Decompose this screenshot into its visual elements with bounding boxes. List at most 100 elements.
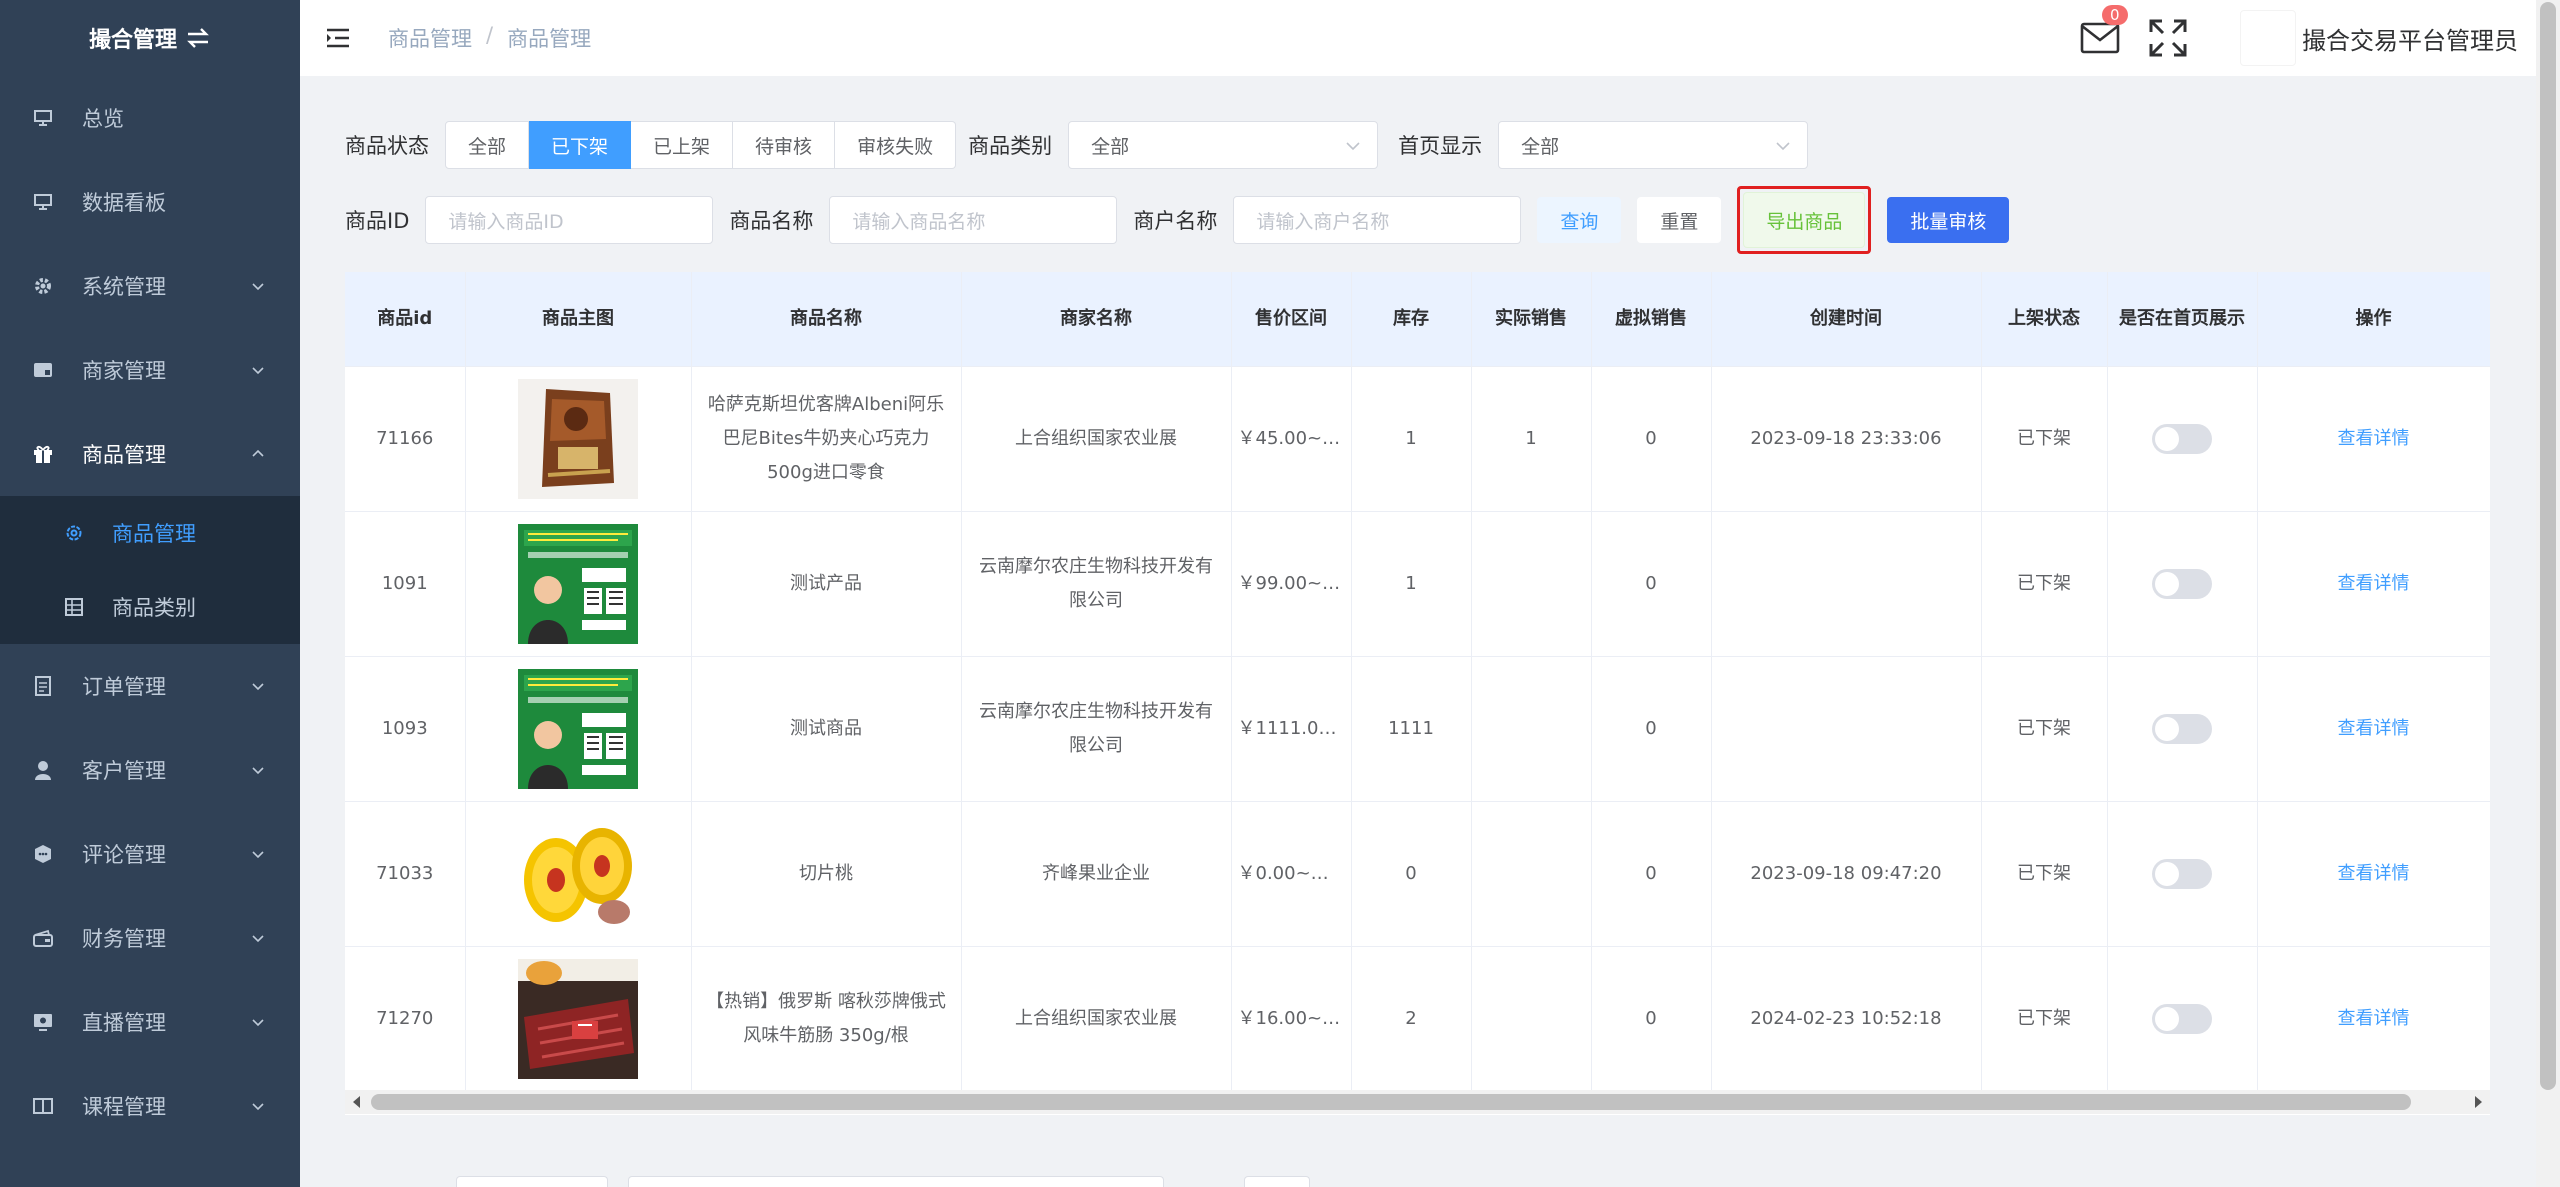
table-scrollbar-thumb[interactable] bbox=[371, 1094, 2411, 1110]
cell-virtual-sales: 0 bbox=[1591, 801, 1712, 947]
chevron-down-icon bbox=[252, 1019, 264, 1027]
sidebar-item-overview[interactable]: 总览 bbox=[0, 76, 300, 160]
column-header: 是否在首页展示 bbox=[2107, 272, 2258, 367]
cell-price: ￥1111.00~… bbox=[1231, 656, 1352, 802]
sidebar-item-live[interactable]: 直播管理 bbox=[0, 980, 300, 1064]
view-details-link[interactable]: 查看详情 bbox=[2338, 863, 2410, 884]
filter-row-status: 商品状态 全部 已下架 已上架 待审核 审核失败 商品类别 全部 首页显示 全部 bbox=[345, 121, 1809, 169]
table-row: 1093 测试商品 云南摩尔农庄生物科技开发有限公司 ￥1111.00~… 11… bbox=[345, 656, 2490, 802]
beef-sausage-image[interactable] bbox=[518, 958, 638, 1079]
table-row: 71270 【热销】俄罗斯 喀秋莎牌俄式风味牛筋肠 350g/根 上合组织国家农… bbox=[345, 946, 2490, 1092]
cell-homepage bbox=[2107, 946, 2258, 1092]
column-header: 售价区间 bbox=[1231, 272, 1352, 367]
query-button[interactable]: 查询 bbox=[1537, 197, 1622, 243]
status-option-all[interactable]: 全部 bbox=[445, 121, 530, 169]
merchant-name-input[interactable]: 请输入商户名称 bbox=[1233, 196, 1522, 244]
sidebar-item-comments[interactable]: 评论管理 bbox=[0, 812, 300, 896]
sidebar-item-courses[interactable]: 课程管理 bbox=[0, 1064, 300, 1148]
pagination-jump-input[interactable] bbox=[1244, 1176, 1310, 1187]
chevron-down-icon bbox=[252, 1103, 264, 1111]
cell-image bbox=[465, 511, 692, 657]
sidebar-subitem-label: 商品类别 bbox=[112, 596, 196, 620]
top-navbar: 商品管理 / 商品管理 0 撮合交易平台管理员 bbox=[300, 0, 2536, 76]
sidebar-item-system[interactable]: 系统管理 bbox=[0, 244, 300, 328]
page-scrollbar[interactable] bbox=[2536, 0, 2560, 1187]
homepage-toggle[interactable] bbox=[2152, 568, 2212, 599]
switch-icon[interactable] bbox=[185, 26, 211, 50]
sidebar-subitem-product-category[interactable]: 商品类别 bbox=[0, 570, 300, 644]
sidebar-item-finance[interactable]: 财务管理 bbox=[0, 896, 300, 980]
product-id-input[interactable]: 请输入商品ID bbox=[425, 196, 714, 244]
reset-button[interactable]: 重置 bbox=[1637, 197, 1722, 243]
green-poster-image[interactable] bbox=[518, 523, 638, 644]
sidebar-item-customers[interactable]: 客户管理 bbox=[0, 728, 300, 812]
sidebar-item-label: 商品管理 bbox=[82, 443, 166, 467]
status-option-failed[interactable]: 审核失败 bbox=[835, 121, 957, 169]
cell-created bbox=[1711, 656, 1982, 802]
sidebar-subitem-product-manage[interactable]: 商品管理 bbox=[0, 496, 300, 570]
export-highlight-box: 导出商品 bbox=[1737, 186, 1872, 254]
homepage-toggle[interactable] bbox=[2152, 1003, 2212, 1034]
scroll-left-arrow-icon[interactable] bbox=[353, 1096, 360, 1108]
cell-virtual-sales: 0 bbox=[1591, 946, 1712, 1092]
cell-actual-sales bbox=[1471, 946, 1592, 1092]
homepage-select[interactable]: 全部 bbox=[1498, 121, 1809, 169]
view-details-link[interactable]: 查看详情 bbox=[2338, 718, 2410, 739]
homepage-toggle[interactable] bbox=[2152, 423, 2212, 454]
fullscreen-icon[interactable] bbox=[2148, 18, 2188, 58]
mail-icon bbox=[2080, 22, 2120, 54]
green-poster-image[interactable] bbox=[518, 668, 638, 789]
homepage-label: 首页显示 bbox=[1398, 134, 1483, 158]
column-header: 库存 bbox=[1351, 272, 1472, 367]
avatar[interactable] bbox=[2240, 10, 2296, 66]
cell-id: 71166 bbox=[345, 366, 466, 512]
view-details-link[interactable]: 查看详情 bbox=[2338, 573, 2410, 594]
document-icon bbox=[32, 675, 54, 697]
sidebar-item-label: 客户管理 bbox=[82, 759, 166, 783]
view-details-link[interactable]: 查看详情 bbox=[2338, 428, 2410, 449]
sidebar-item-label: 总览 bbox=[82, 107, 124, 131]
category-label: 商品类别 bbox=[968, 134, 1053, 158]
sidebar-item-products[interactable]: 商品管理 bbox=[0, 412, 300, 496]
page-scrollbar-thumb[interactable] bbox=[2540, 2, 2556, 1090]
homepage-toggle[interactable] bbox=[2152, 858, 2212, 889]
cell-created: 2024-02-23 10:52:18 bbox=[1711, 946, 1982, 1092]
breadcrumb-item[interactable]: 商品管理 bbox=[388, 23, 472, 53]
cell-status: 已下架 bbox=[1981, 946, 2108, 1092]
status-option-offline[interactable]: 已下架 bbox=[529, 121, 632, 169]
sliced-peach-image[interactable] bbox=[518, 813, 638, 934]
message-button[interactable]: 0 bbox=[2080, 5, 2128, 55]
chevron-down-icon bbox=[252, 367, 264, 375]
status-option-pending[interactable]: 待审核 bbox=[733, 121, 836, 169]
chocolate-product-image[interactable] bbox=[518, 378, 638, 499]
column-header: 上架状态 bbox=[1981, 272, 2108, 367]
admin-name[interactable]: 撮合交易平台管理员 bbox=[2302, 21, 2518, 56]
category-select[interactable]: 全部 bbox=[1068, 121, 1379, 169]
pagination-size-select[interactable] bbox=[456, 1176, 608, 1187]
cell-homepage bbox=[2107, 366, 2258, 512]
cell-name: 测试商品 bbox=[691, 656, 962, 802]
homepage-toggle[interactable] bbox=[2152, 713, 2212, 744]
column-header: 商品id bbox=[345, 272, 466, 367]
cell-virtual-sales: 0 bbox=[1591, 366, 1712, 512]
cell-actual-sales bbox=[1471, 801, 1592, 947]
sidebar-item-dashboard[interactable]: 数据看板 bbox=[0, 160, 300, 244]
scroll-right-arrow-icon[interactable] bbox=[2475, 1096, 2482, 1108]
sidebar-item-orders[interactable]: 订单管理 bbox=[0, 644, 300, 728]
export-products-button[interactable]: 导出商品 bbox=[1743, 192, 1866, 248]
products-table: 商品id 商品主图 商品名称 商家名称 售价区间 库存 实际销售 虚拟销售 创建… bbox=[345, 272, 2490, 1115]
sidebar-item-merchant[interactable]: 商家管理 bbox=[0, 328, 300, 412]
sidebar: 撮合管理 总览 数据看板 系统管理 商家管理 商品管理 商品管理 商品类别 订单… bbox=[0, 0, 300, 1187]
table-row: 71166 哈萨克斯坦优客牌Albeni阿乐巴尼Bites牛奶夹心巧克力500g… bbox=[345, 366, 2490, 512]
product-name-input[interactable]: 请输入商品名称 bbox=[829, 196, 1118, 244]
menu-fold-icon[interactable] bbox=[326, 27, 350, 49]
table-horizontal-scrollbar[interactable] bbox=[345, 1090, 2490, 1114]
view-details-link[interactable]: 查看详情 bbox=[2338, 1008, 2410, 1029]
product-id-label: 商品ID bbox=[345, 209, 410, 233]
pagination-pager[interactable] bbox=[628, 1176, 1164, 1187]
batch-review-button[interactable]: 批量审核 bbox=[1887, 197, 2010, 243]
cell-action: 查看详情 bbox=[2257, 946, 2490, 1092]
cell-merchant: 云南摩尔农庄生物科技开发有限公司 bbox=[961, 511, 1232, 657]
status-option-online[interactable]: 已上架 bbox=[631, 121, 734, 169]
status-label: 商品状态 bbox=[345, 134, 429, 158]
